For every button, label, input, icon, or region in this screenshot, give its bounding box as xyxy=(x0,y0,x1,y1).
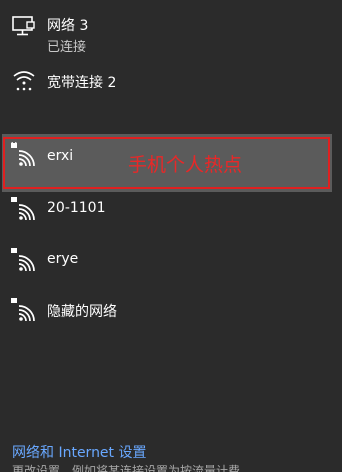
settings-description: 更改设置，例如将某连接设置为按流量计费。 xyxy=(12,464,253,472)
network-status: 已连接 xyxy=(47,40,87,55)
wifi-secured-icon xyxy=(10,196,38,224)
wifi-secured-icon xyxy=(10,247,38,275)
network-name: 隐藏的网络 xyxy=(47,304,117,320)
network-item-wired[interactable]: 网络 3 已连接 xyxy=(0,0,342,60)
wifi-secured-icon xyxy=(10,297,38,325)
network-name: 网络 3 xyxy=(47,18,89,34)
wifi-item[interactable]: erye xyxy=(0,243,342,293)
network-flyout: 网络 3 已连接 宽带连接 2 erxi 20-1101 erye 隐藏的网络 … xyxy=(0,0,342,472)
network-name: 20-1101 xyxy=(47,200,106,216)
dialup-connection-icon xyxy=(10,67,38,95)
monitor-network-icon xyxy=(10,14,38,42)
network-name: 宽带连接 2 xyxy=(47,75,117,91)
wifi-item[interactable]: 隐藏的网络 xyxy=(0,293,342,343)
network-settings-link[interactable]: 网络和 Internet 设置 xyxy=(12,442,147,462)
wifi-item[interactable]: 20-1101 xyxy=(0,192,342,242)
network-name: erye xyxy=(47,251,79,267)
annotation-label: 手机个人热点 xyxy=(128,154,243,176)
network-item-broadband[interactable]: 宽带连接 2 xyxy=(0,62,342,102)
